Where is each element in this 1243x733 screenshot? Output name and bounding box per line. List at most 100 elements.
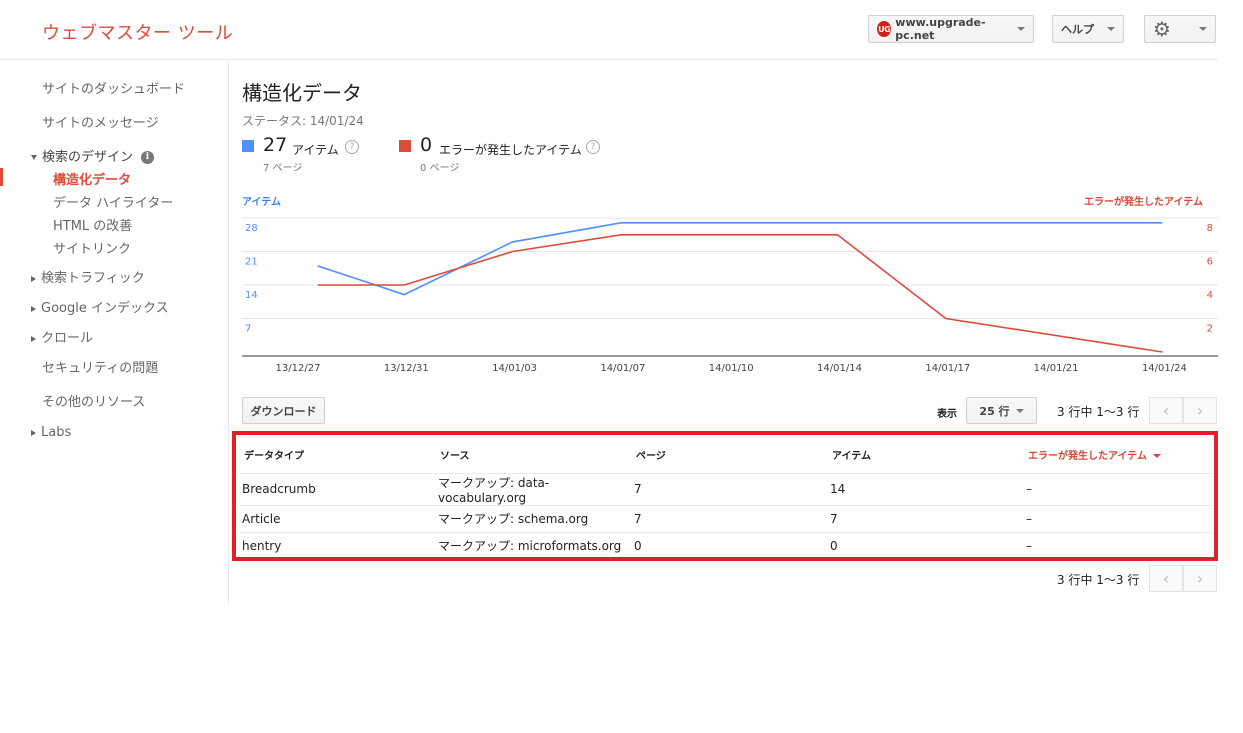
cell-pages: 0 [634, 538, 642, 553]
sidebar-item-search-traffic[interactable]: 検索トラフィック [31, 267, 145, 286]
sidebar-item-sitelinks[interactable]: サイトリンク [53, 238, 131, 257]
active-indicator [0, 168, 3, 186]
rows-per-page-value: 25 行 [979, 404, 1010, 418]
line-chart[interactable]: 28 21 14 7 8 6 4 2 13/12/27 13/12/31 14/01/03 14/01… [238, 205, 1223, 380]
column-header-label: エラーが発生したアイテム [1028, 451, 1147, 463]
rows-per-page-select[interactable]: 25 行 [966, 397, 1037, 424]
help-icon[interactable]: ? [586, 140, 600, 154]
cell-pages: 7 [630, 473, 826, 506]
sidebar-item-label: 検索のデザイン [42, 150, 134, 165]
cell-error-items: – [1022, 505, 1212, 533]
cell-data-type[interactable]: Article [238, 505, 434, 533]
column-header-pages[interactable]: ページ [630, 437, 826, 474]
table-row[interactable]: Breadcrumb マークアップ: data-vocabulary.org 7… [238, 473, 1212, 506]
next-page-button[interactable]: › [1183, 397, 1217, 424]
help-label: ヘルプ [1061, 23, 1094, 36]
cell-source: マークアップ: data-vocabulary.org [434, 473, 630, 506]
cell-items: 14 [826, 473, 1022, 506]
table-row[interactable]: hentry マークアップ: microformats.org 0 0 – [238, 532, 1212, 559]
prev-page-button[interactable]: ‹ [1149, 397, 1183, 424]
left-tick-label: 7 [245, 324, 251, 335]
sidebar-item-labs[interactable]: Labs [31, 425, 71, 440]
x-tick-label: 14/01/14 [817, 363, 862, 374]
structured-data-table: データタイプ ソース ページ アイテム エラーが発生したアイテム Breadcr… [238, 437, 1212, 559]
cell-pages: 7 [630, 505, 826, 533]
cell-items: 7 [826, 505, 1022, 533]
sidebar-item-other-resources[interactable]: その他のリソース [42, 391, 145, 410]
cell-error-items: – [1022, 473, 1212, 506]
chevron-down-icon [1107, 27, 1115, 31]
expand-right-icon [31, 305, 36, 312]
x-tick-label: 14/01/10 [709, 363, 754, 374]
sidebar-item-html-improvements[interactable]: HTML の改善 [53, 215, 132, 234]
table-row[interactable]: Article マークアップ: schema.org 7 7 – [238, 505, 1212, 533]
cell-data-type[interactable]: Breadcrumb [238, 473, 434, 506]
right-tick-label: 8 [1207, 223, 1213, 234]
sidebar-item-label: クロール [41, 331, 94, 346]
x-tick-label: 14/01/03 [492, 363, 537, 374]
pager-summary: 3 行中 1〜3 行 [1057, 405, 1140, 419]
legend-swatch-items [242, 140, 254, 152]
cell-error-items: – [1026, 538, 1032, 553]
column-header-items[interactable]: アイテム [826, 437, 1022, 474]
column-header-data-type[interactable]: データタイプ [238, 437, 434, 474]
cell-data-type[interactable]: hentry [238, 532, 434, 559]
items-count: 27 [263, 134, 288, 156]
site-name: www.upgrade-pc.net [895, 16, 986, 42]
chevron-right-icon: › [1196, 569, 1204, 588]
expand-right-icon [31, 275, 36, 282]
sidebar-item-messages[interactable]: サイトのメッセージ [42, 112, 159, 131]
settings-button[interactable]: ⚙ [1144, 15, 1216, 43]
chevron-down-icon [1017, 27, 1025, 31]
sidebar-item-structured-data[interactable]: 構造化データ [53, 169, 131, 188]
app-title[interactable]: ウェブマスター ツール [42, 19, 233, 45]
chevron-left-icon: ‹ [1162, 401, 1170, 420]
chevron-right-icon: › [1196, 401, 1204, 420]
sort-desc-icon [1153, 454, 1161, 459]
expand-right-icon [31, 429, 36, 436]
cell-items: 0 [830, 538, 838, 553]
right-tick-label: 2 [1207, 324, 1213, 335]
column-header-error-items[interactable]: エラーが発生したアイテム [1022, 437, 1212, 474]
items-pages: 7 ページ [263, 163, 303, 174]
rows-show-label: 表示 [937, 409, 957, 420]
column-header-source[interactable]: ソース [434, 437, 630, 474]
expand-down-icon [31, 155, 37, 160]
sidebar-item-google-index[interactable]: Google インデックス [31, 297, 169, 316]
legend-swatch-errors [399, 140, 411, 152]
left-tick-label: 21 [245, 257, 258, 268]
sidebar-item-search-design[interactable]: 検索のデザイン i [31, 146, 155, 165]
left-tick-label: 14 [245, 290, 258, 301]
chevron-down-icon [1015, 408, 1024, 413]
errors-count: 0 [420, 134, 433, 156]
page-title: 構造化データ [242, 81, 362, 105]
x-tick-label: 14/01/21 [1034, 363, 1079, 374]
right-tick-label: 6 [1207, 257, 1213, 268]
sidebar-item-security[interactable]: セキュリティの問題 [42, 357, 158, 376]
prev-page-button-bottom[interactable]: ‹ [1149, 565, 1183, 592]
info-icon[interactable]: i [141, 151, 155, 164]
cell-source: マークアップ: microformats.org [438, 539, 622, 554]
items-series-line [317, 221, 1163, 296]
sidebar: サイトのダッシュボード サイトのメッセージ 検索のデザイン i 構造化データ デー… [0, 60, 229, 605]
sidebar-item-data-highlighter[interactable]: データ ハイライター [53, 192, 173, 211]
site-logo-icon: UG [877, 21, 892, 37]
x-tick-label: 13/12/27 [276, 363, 321, 374]
site-selector[interactable]: UG www.upgrade-pc.net [868, 15, 1034, 43]
sidebar-item-dashboard[interactable]: サイトのダッシュボード [42, 78, 185, 97]
download-button[interactable]: ダウンロード [242, 397, 325, 424]
sidebar-item-label: 検索トラフィック [41, 271, 145, 286]
x-tick-label: 13/12/31 [384, 363, 429, 374]
next-page-button-bottom[interactable]: › [1183, 565, 1217, 592]
chevron-left-icon: ‹ [1162, 569, 1170, 588]
help-icon[interactable]: ? [345, 140, 359, 154]
items-label: アイテム [292, 143, 339, 157]
expand-right-icon [31, 335, 36, 342]
errors-series-line [317, 233, 1163, 353]
gear-icon: ⚙ [1153, 17, 1171, 41]
cell-source: マークアップ: schema.org [434, 505, 630, 533]
status-date: ステータス: 14/01/24 [242, 114, 364, 128]
help-button[interactable]: ヘルプ [1052, 15, 1124, 43]
sidebar-item-crawl[interactable]: クロール [31, 327, 93, 346]
right-tick-label: 4 [1207, 290, 1213, 301]
